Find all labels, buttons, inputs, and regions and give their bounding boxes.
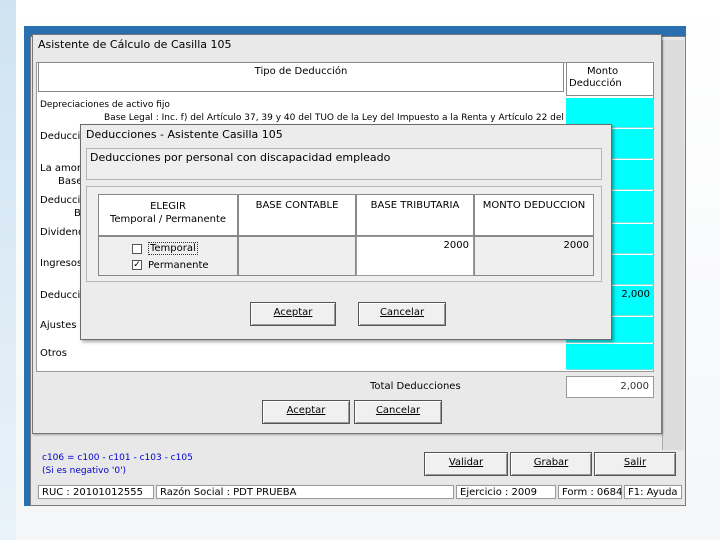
row9-amount[interactable] <box>566 344 654 370</box>
dialog-cell-base-tributaria[interactable]: 2000 <box>356 236 474 276</box>
grabar-button[interactable]: Grabar <box>510 452 592 476</box>
total-value: 2,000 <box>566 376 654 398</box>
validar-button[interactable]: Validar <box>424 452 508 476</box>
dialog-col-base-contable-text: BASE CONTABLE <box>255 200 339 211</box>
row1-label: Depreciaciones de activo fijo <box>40 100 170 110</box>
dialog-col-elegir: ELEGIR Temporal / Permanente <box>98 194 238 236</box>
permanente-label[interactable]: Permanente <box>148 260 209 271</box>
main-accept-label: Aceptar <box>286 405 326 416</box>
dialog-col-base-contable: BASE CONTABLE <box>238 194 356 236</box>
dialog-heading: Deducciones por personal con discapacida… <box>90 151 391 164</box>
dialog-base-tributaria-value: 2000 <box>443 240 469 251</box>
col-header-tipo-text: Tipo de Deducción <box>254 66 348 77</box>
main-accept-button[interactable]: Aceptar <box>262 400 350 424</box>
assistant-window-title: Asistente de Cálculo de Casilla 105 <box>38 38 232 51</box>
parent-side-strip <box>662 40 684 450</box>
status-help: F1: Ayuda <box>624 485 682 499</box>
status-razon-social: Razón Social : PDT PRUEBA <box>156 485 454 499</box>
total-value-text: 2,000 <box>620 381 649 392</box>
status-ruc: RUC : 20101012555 <box>38 485 154 499</box>
row5-label: Dividend <box>40 227 85 238</box>
dialog-col-monto-text: MONTO DEDUCCION <box>482 200 586 211</box>
row7-amount-value: 2,000 <box>621 289 650 300</box>
status-form: Form : 0684 <box>558 485 622 499</box>
dialog-title: Deducciones - Asistente Casilla 105 <box>86 128 283 141</box>
dialog-col-elegir-line2: Temporal / Permanente <box>109 214 227 225</box>
formula-note: (Si es negativo '0') <box>42 466 127 476</box>
dialog-col-base-tributaria: BASE TRIBUTARIA <box>356 194 474 236</box>
status-ejercicio: Ejercicio : 2009 <box>456 485 556 499</box>
salir-button[interactable]: Salir <box>594 452 676 476</box>
col-header-monto-line2: Deducción <box>569 78 622 89</box>
dialog-cell-base-contable[interactable] <box>238 236 356 276</box>
dialog-cell-monto: 2000 <box>474 236 594 276</box>
validar-label: Validar <box>448 457 484 468</box>
dialog-col-monto: MONTO DEDUCCION <box>474 194 594 236</box>
dialog-cancel-button[interactable]: Cancelar <box>358 302 446 326</box>
slide-accent-bar <box>0 0 16 540</box>
temporal-label[interactable]: Temporal <box>148 242 198 255</box>
dialog-col-base-tributaria-text: BASE TRIBUTARIA <box>370 200 460 211</box>
dialog-accept-label: Aceptar <box>273 307 313 318</box>
row9-label: Otros <box>40 348 68 359</box>
grabar-label: Grabar <box>533 457 569 468</box>
dialog-monto-value: 2000 <box>563 240 589 251</box>
col-header-tipo: Tipo de Deducción <box>38 62 564 92</box>
row1-legal: Base Legal : Inc. f) del Artículo 37, 39… <box>104 113 564 123</box>
total-label: Total Deducciones <box>370 381 461 392</box>
salir-label: Salir <box>623 457 647 468</box>
dialog-accept-button[interactable]: Aceptar <box>250 302 336 326</box>
col-header-monto: Monto Deducción <box>566 62 654 96</box>
col-header-monto-line1: Monto <box>587 66 619 77</box>
formula-text: c106 = c100 - c101 - c103 - c105 <box>42 453 193 463</box>
permanente-checkbox[interactable]: ✓ <box>132 260 142 270</box>
dialog-cancel-label: Cancelar <box>379 307 425 318</box>
main-cancel-button[interactable]: Cancelar <box>354 400 442 424</box>
main-cancel-label: Cancelar <box>375 405 421 416</box>
row6-label: Ingresos <box>40 258 83 269</box>
row3-label-b: Base <box>58 176 83 187</box>
temporal-checkbox[interactable] <box>132 244 142 254</box>
dialog-col-elegir-line1: ELEGIR <box>150 201 186 212</box>
